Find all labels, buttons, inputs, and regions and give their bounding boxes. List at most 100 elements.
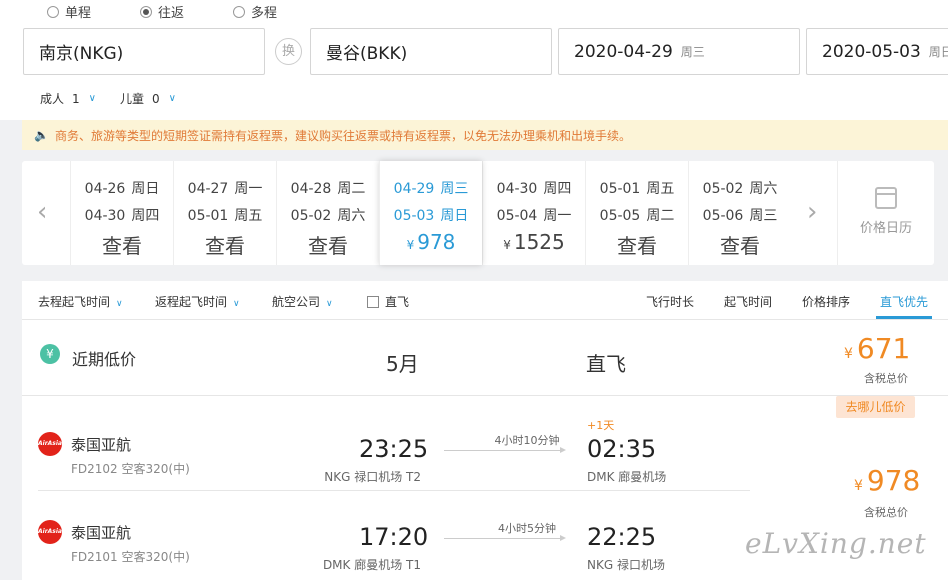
date-return-weekday: 周六 bbox=[337, 208, 366, 224]
filter-label: 返程起飞时间 bbox=[155, 295, 228, 309]
date-option[interactable]: 05-02 周六 05-06 周三 查看 bbox=[688, 161, 791, 265]
low-price-label: 近期低价 bbox=[72, 350, 137, 369]
low-price-value: 671 bbox=[856, 332, 911, 365]
price-calendar-button[interactable]: 价格日历 bbox=[837, 161, 934, 265]
flight-duration: 4小时10分钟 bbox=[494, 434, 560, 447]
airasia-logo-icon: AirAsia bbox=[38, 520, 62, 544]
date-depart-weekday: 周五 bbox=[646, 181, 675, 197]
sort-direct-first[interactable]: 直飞优先 bbox=[880, 293, 928, 310]
date-depart-weekday: 周日 bbox=[131, 181, 160, 197]
date-view-link[interactable]: 查看 bbox=[689, 230, 791, 259]
date-depart-weekday: 周一 bbox=[234, 181, 263, 197]
date-depart: 04-29 bbox=[393, 181, 435, 197]
departure-airport: NKG 禄口机场 T2 bbox=[324, 470, 421, 484]
low-price-row[interactable]: ¥ 近期低价 5月 直飞 ¥671 含税总价 bbox=[22, 320, 948, 396]
visa-notice: 🔈 商务、旅游等类型的短期签证需持有返程票，建议购买往返票或持有返程票，以免无法… bbox=[22, 120, 948, 150]
return-date-value: 2020-05-03 bbox=[822, 41, 921, 62]
duration-arrow-icon bbox=[444, 535, 566, 541]
filter-label: 去程起飞时间 bbox=[38, 295, 111, 309]
outbound-flight[interactable]: AirAsia 泰国亚航 FD2102 空客320(中) 23:25 NKG 禄… bbox=[22, 406, 948, 492]
depart-date-field[interactable]: 2020-04-29 周三 bbox=[558, 28, 800, 75]
date-view-link[interactable]: 查看 bbox=[277, 230, 379, 259]
date-return: 05-02 bbox=[290, 208, 332, 224]
chevron-left-icon[interactable]: ‹ bbox=[37, 197, 47, 227]
date-option[interactable]: 05-01 周五 05-05 周二 查看 bbox=[585, 161, 688, 265]
date-return-weekday: 周二 bbox=[646, 208, 675, 224]
low-price-type: 直飞 bbox=[586, 352, 626, 376]
search-form: 南京(NKG) 换 曼谷(BKK) 2020-04-29 周三 2020-05-… bbox=[0, 20, 948, 120]
date-price-strip: ‹ 04-26 周日 04-30 周四 查看 04-27 周一 05-01 周五 查看 … bbox=[22, 161, 934, 265]
radio-icon bbox=[47, 5, 59, 18]
adult-selector[interactable]: 成人 1 ∨ bbox=[40, 90, 96, 107]
destination-field[interactable]: 曼谷(BKK) bbox=[310, 28, 552, 75]
filter-label: 直飞 bbox=[385, 295, 410, 309]
date-view-link[interactable]: 查看 bbox=[174, 230, 276, 259]
date-return-weekday: 周五 bbox=[234, 208, 263, 224]
date-option-selected[interactable]: 04-29 周三 05-03 周日 ¥978 bbox=[379, 161, 482, 265]
origin-field[interactable]: 南京(NKG) bbox=[23, 28, 265, 75]
date-option[interactable]: 04-27 周一 05-01 周五 查看 bbox=[173, 161, 276, 265]
date-depart: 05-01 bbox=[599, 181, 641, 197]
price-calendar-label: 价格日历 bbox=[859, 221, 912, 236]
depart-time-filter[interactable]: 去程起飞时间 ∨ bbox=[38, 293, 123, 310]
trip-type-selector: 单程 往返 多程 bbox=[0, 0, 948, 21]
date-depart-weekday: 周六 bbox=[749, 181, 778, 197]
arrival-airport: NKG 禄口机场 bbox=[587, 558, 665, 572]
arrival-time: 22:25 bbox=[587, 523, 657, 551]
child-label: 儿童 bbox=[120, 92, 145, 106]
date-price: 978 bbox=[417, 230, 456, 254]
date-depart-weekday: 周三 bbox=[440, 181, 469, 197]
flight-number: FD2101 空客320(中) bbox=[71, 550, 190, 564]
roundtrip-price-value: 978 bbox=[866, 464, 921, 497]
speaker-icon: 🔈 bbox=[34, 128, 49, 142]
trip-type-multi[interactable]: 多程 bbox=[233, 2, 277, 21]
date-return-weekday: 周三 bbox=[749, 208, 778, 224]
low-price-amount: ¥671 bbox=[844, 332, 910, 365]
calendar-icon bbox=[875, 187, 897, 209]
departure-time: 17:20 bbox=[359, 523, 429, 551]
date-depart: 04-28 bbox=[290, 181, 332, 197]
date-depart-weekday: 周二 bbox=[337, 181, 366, 197]
adult-label: 成人 bbox=[40, 92, 65, 106]
chevron-right-icon[interactable]: › bbox=[807, 197, 817, 227]
date-view-link[interactable]: 查看 bbox=[586, 230, 688, 259]
currency-symbol: ¥ bbox=[503, 238, 511, 252]
date-return-weekday: 周日 bbox=[440, 208, 469, 224]
child-count: 0 bbox=[152, 91, 160, 106]
swap-cities-button[interactable]: 换 bbox=[275, 38, 302, 65]
radio-icon bbox=[233, 5, 245, 18]
destination-value: 曼谷(BKK) bbox=[326, 44, 408, 64]
date-option[interactable]: 04-26 周日 04-30 周四 查看 bbox=[70, 161, 173, 265]
currency-symbol: ¥ bbox=[406, 238, 415, 252]
date-option[interactable]: 04-28 周二 05-02 周六 查看 bbox=[276, 161, 379, 265]
date-option[interactable]: 04-30 周四 05-04 周一 ¥1525 bbox=[482, 161, 585, 265]
roundtrip-price[interactable]: ¥978 bbox=[854, 464, 920, 497]
depart-weekday: 周三 bbox=[680, 45, 705, 59]
sort-price[interactable]: 价格排序 bbox=[802, 293, 850, 310]
airline-name: 泰国亚航 bbox=[71, 524, 132, 542]
direct-only-checkbox[interactable]: 直飞 bbox=[367, 293, 409, 310]
return-date-field[interactable]: 2020-05-03 周日 bbox=[806, 28, 948, 75]
arrival-airport: DMK 廊曼机场 bbox=[587, 470, 667, 484]
chevron-down-icon: ∨ bbox=[116, 299, 123, 309]
date-return: 05-04 bbox=[496, 208, 538, 224]
watermark: eLvXing.net bbox=[745, 527, 927, 560]
chevron-down-icon: ∨ bbox=[326, 299, 333, 309]
currency-symbol: ¥ bbox=[844, 346, 853, 362]
trip-type-roundtrip[interactable]: 往返 bbox=[140, 2, 184, 21]
date-depart: 04-30 bbox=[496, 181, 538, 197]
chevron-down-icon: ∨ bbox=[233, 299, 240, 309]
date-return: 05-05 bbox=[599, 208, 641, 224]
date-depart-weekday: 周四 bbox=[543, 181, 572, 197]
trip-type-oneway[interactable]: 单程 bbox=[47, 2, 91, 21]
sort-duration[interactable]: 飞行时长 bbox=[646, 293, 694, 310]
adult-count: 1 bbox=[72, 91, 80, 106]
airline-filter[interactable]: 航空公司 ∨ bbox=[272, 293, 333, 310]
sort-takeoff[interactable]: 起飞时间 bbox=[724, 293, 772, 310]
date-view-link[interactable]: 查看 bbox=[71, 230, 173, 259]
airasia-logo-icon: AirAsia bbox=[38, 432, 62, 456]
next-day-badge: +1天 bbox=[587, 419, 615, 432]
child-selector[interactable]: 儿童 0 ∨ bbox=[120, 90, 176, 107]
filter-bar: 去程起飞时间 ∨ 返程起飞时间 ∨ 航空公司 ∨ 直飞 飞行时长 起飞时间 价格排序 … bbox=[22, 281, 948, 320]
return-time-filter[interactable]: 返程起飞时间 ∨ bbox=[155, 293, 240, 310]
